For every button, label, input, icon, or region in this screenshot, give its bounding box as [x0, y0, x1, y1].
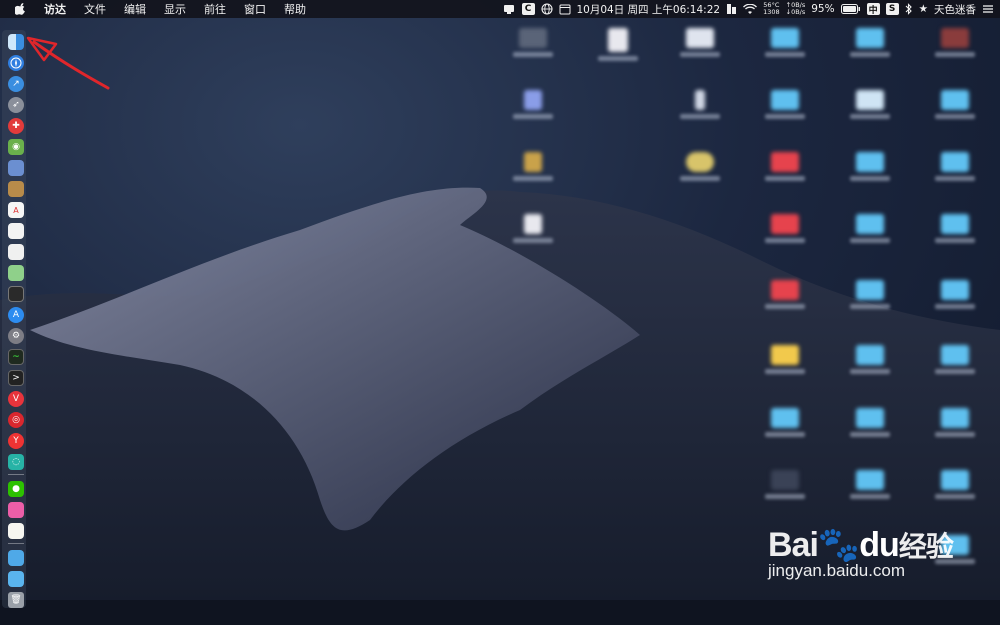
menu-go[interactable]: 前往 [195, 1, 235, 17]
dock-separator [8, 474, 24, 475]
desktop-folder[interactable] [850, 470, 890, 499]
watermark-logo: Bai🐾du经验 [768, 526, 954, 564]
desktop-item[interactable] [513, 90, 553, 119]
globe-icon[interactable] [540, 3, 553, 15]
desktop-folder[interactable] [765, 152, 805, 181]
yandex-icon[interactable]: Y [8, 433, 24, 449]
app-name-menu[interactable]: 访达 [35, 1, 75, 17]
apple-logo-icon [15, 3, 25, 15]
desktop-folder[interactable] [850, 90, 890, 119]
network-readout[interactable]: ↑0B/s ↓0B/s [786, 2, 806, 16]
menu-help[interactable]: 帮助 [275, 1, 315, 17]
calendar-icon[interactable]: A [8, 202, 24, 218]
netease-music-icon[interactable]: ◎ [8, 412, 24, 428]
net-down-readout: 0B/s [791, 8, 806, 16]
desktop-folder[interactable] [935, 470, 975, 499]
desktop-item[interactable] [935, 28, 975, 57]
document-icon[interactable] [8, 244, 24, 260]
star-icon[interactable]: ★ [919, 3, 928, 15]
system-preferences-icon[interactable]: ⚙ [8, 328, 24, 344]
preview-icon[interactable] [8, 160, 24, 176]
control-menu-icon[interactable] [982, 4, 994, 14]
desktop-folder[interactable] [935, 345, 975, 374]
desktop-folder[interactable] [935, 90, 975, 119]
trash-icon[interactable]: 🗑 [8, 592, 24, 608]
textedit-icon[interactable] [8, 223, 24, 239]
apple-menu[interactable] [6, 3, 35, 15]
calendar-status-icon[interactable] [559, 3, 571, 15]
menu-bar: 访达 文件 编辑 显示 前往 窗口 帮助 C 10月04日 周四 上午06:14… [0, 0, 1000, 18]
battery-percent[interactable]: 95% [811, 3, 834, 15]
desktop-item[interactable] [765, 470, 805, 499]
dock: ↗ ➶ ✚ ◉ A A ⚙ ~ > V ◎ Y ◌ ● 🗑 [2, 30, 26, 608]
battery-icon[interactable] [840, 4, 861, 14]
terminal-icon[interactable] [8, 286, 24, 302]
desktop-folder[interactable] [850, 152, 890, 181]
console-icon[interactable]: > [8, 370, 24, 386]
sensor-readout[interactable]: 56°C 1308 [763, 2, 780, 16]
desktop-folder[interactable] [765, 28, 805, 57]
pink-app-icon[interactable] [8, 502, 24, 518]
notes2-icon[interactable] [8, 523, 24, 539]
stats-status-icon[interactable] [726, 3, 737, 15]
activity-monitor-icon[interactable]: ~ [8, 349, 24, 365]
desktop-folder[interactable] [935, 280, 975, 309]
dock-separator [8, 543, 24, 544]
desktop-folder[interactable] [765, 408, 805, 437]
desktop-folder[interactable] [850, 345, 890, 374]
paw-icon: 🐾 [817, 526, 860, 564]
bluetooth-icon[interactable] [905, 3, 913, 15]
user-name-menu[interactable]: 天色迷香 [934, 2, 976, 17]
desktop-folder[interactable] [935, 408, 975, 437]
desktop-item[interactable] [680, 28, 720, 57]
desktop-item[interactable] [513, 152, 553, 181]
desktop-item[interactable] [513, 28, 553, 57]
menu-view[interactable]: 显示 [155, 1, 195, 17]
vivaldi-icon[interactable]: V [8, 391, 24, 407]
desktop-item[interactable] [598, 28, 638, 61]
desktop-item[interactable] [680, 90, 720, 119]
red-app-icon[interactable]: ✚ [8, 118, 24, 134]
downloads-folder-icon[interactable] [8, 571, 24, 587]
annotation-arrow-icon [26, 36, 110, 90]
notification-status-icon[interactable] [503, 4, 516, 15]
baidu-jingyan-watermark: Bai🐾du经验 jingyan.baidu.com [768, 525, 954, 581]
desktop-item[interactable] [680, 152, 720, 181]
notes-icon[interactable] [8, 181, 24, 197]
input-method-icon[interactable]: 中 [866, 3, 880, 16]
desktop-item[interactable] [513, 214, 553, 243]
desktop-folder[interactable] [850, 214, 890, 243]
menu-edit[interactable]: 编辑 [115, 1, 155, 17]
menu-file[interactable]: 文件 [75, 1, 115, 17]
wifi-icon[interactable] [743, 3, 758, 15]
wechat-icon[interactable]: ● [8, 481, 24, 497]
fan-readout: 1308 [763, 8, 780, 16]
desktop-folder[interactable] [765, 90, 805, 119]
desktop-folder[interactable] [850, 28, 890, 57]
desktop-folder[interactable] [850, 280, 890, 309]
desktop-folder[interactable] [935, 152, 975, 181]
desktop-folder[interactable] [765, 280, 805, 309]
android-icon[interactable]: ◉ [8, 139, 24, 155]
desktop-folder[interactable] [765, 214, 805, 243]
maps-icon[interactable] [8, 265, 24, 281]
desktop-folder[interactable] [765, 345, 805, 374]
menu-window[interactable]: 窗口 [235, 1, 275, 17]
desktop-folder[interactable] [935, 214, 975, 243]
folder-icon[interactable] [8, 550, 24, 566]
s-app-status-icon[interactable]: S [885, 3, 899, 15]
clock-datetime[interactable]: 10月04日 周四 上午06:14:22 [577, 2, 721, 17]
teal-app-icon[interactable]: ◌ [8, 454, 24, 470]
desktop-folder[interactable] [850, 408, 890, 437]
c-app-status-icon[interactable]: C [521, 3, 535, 15]
appstore-icon[interactable]: A [8, 307, 24, 323]
